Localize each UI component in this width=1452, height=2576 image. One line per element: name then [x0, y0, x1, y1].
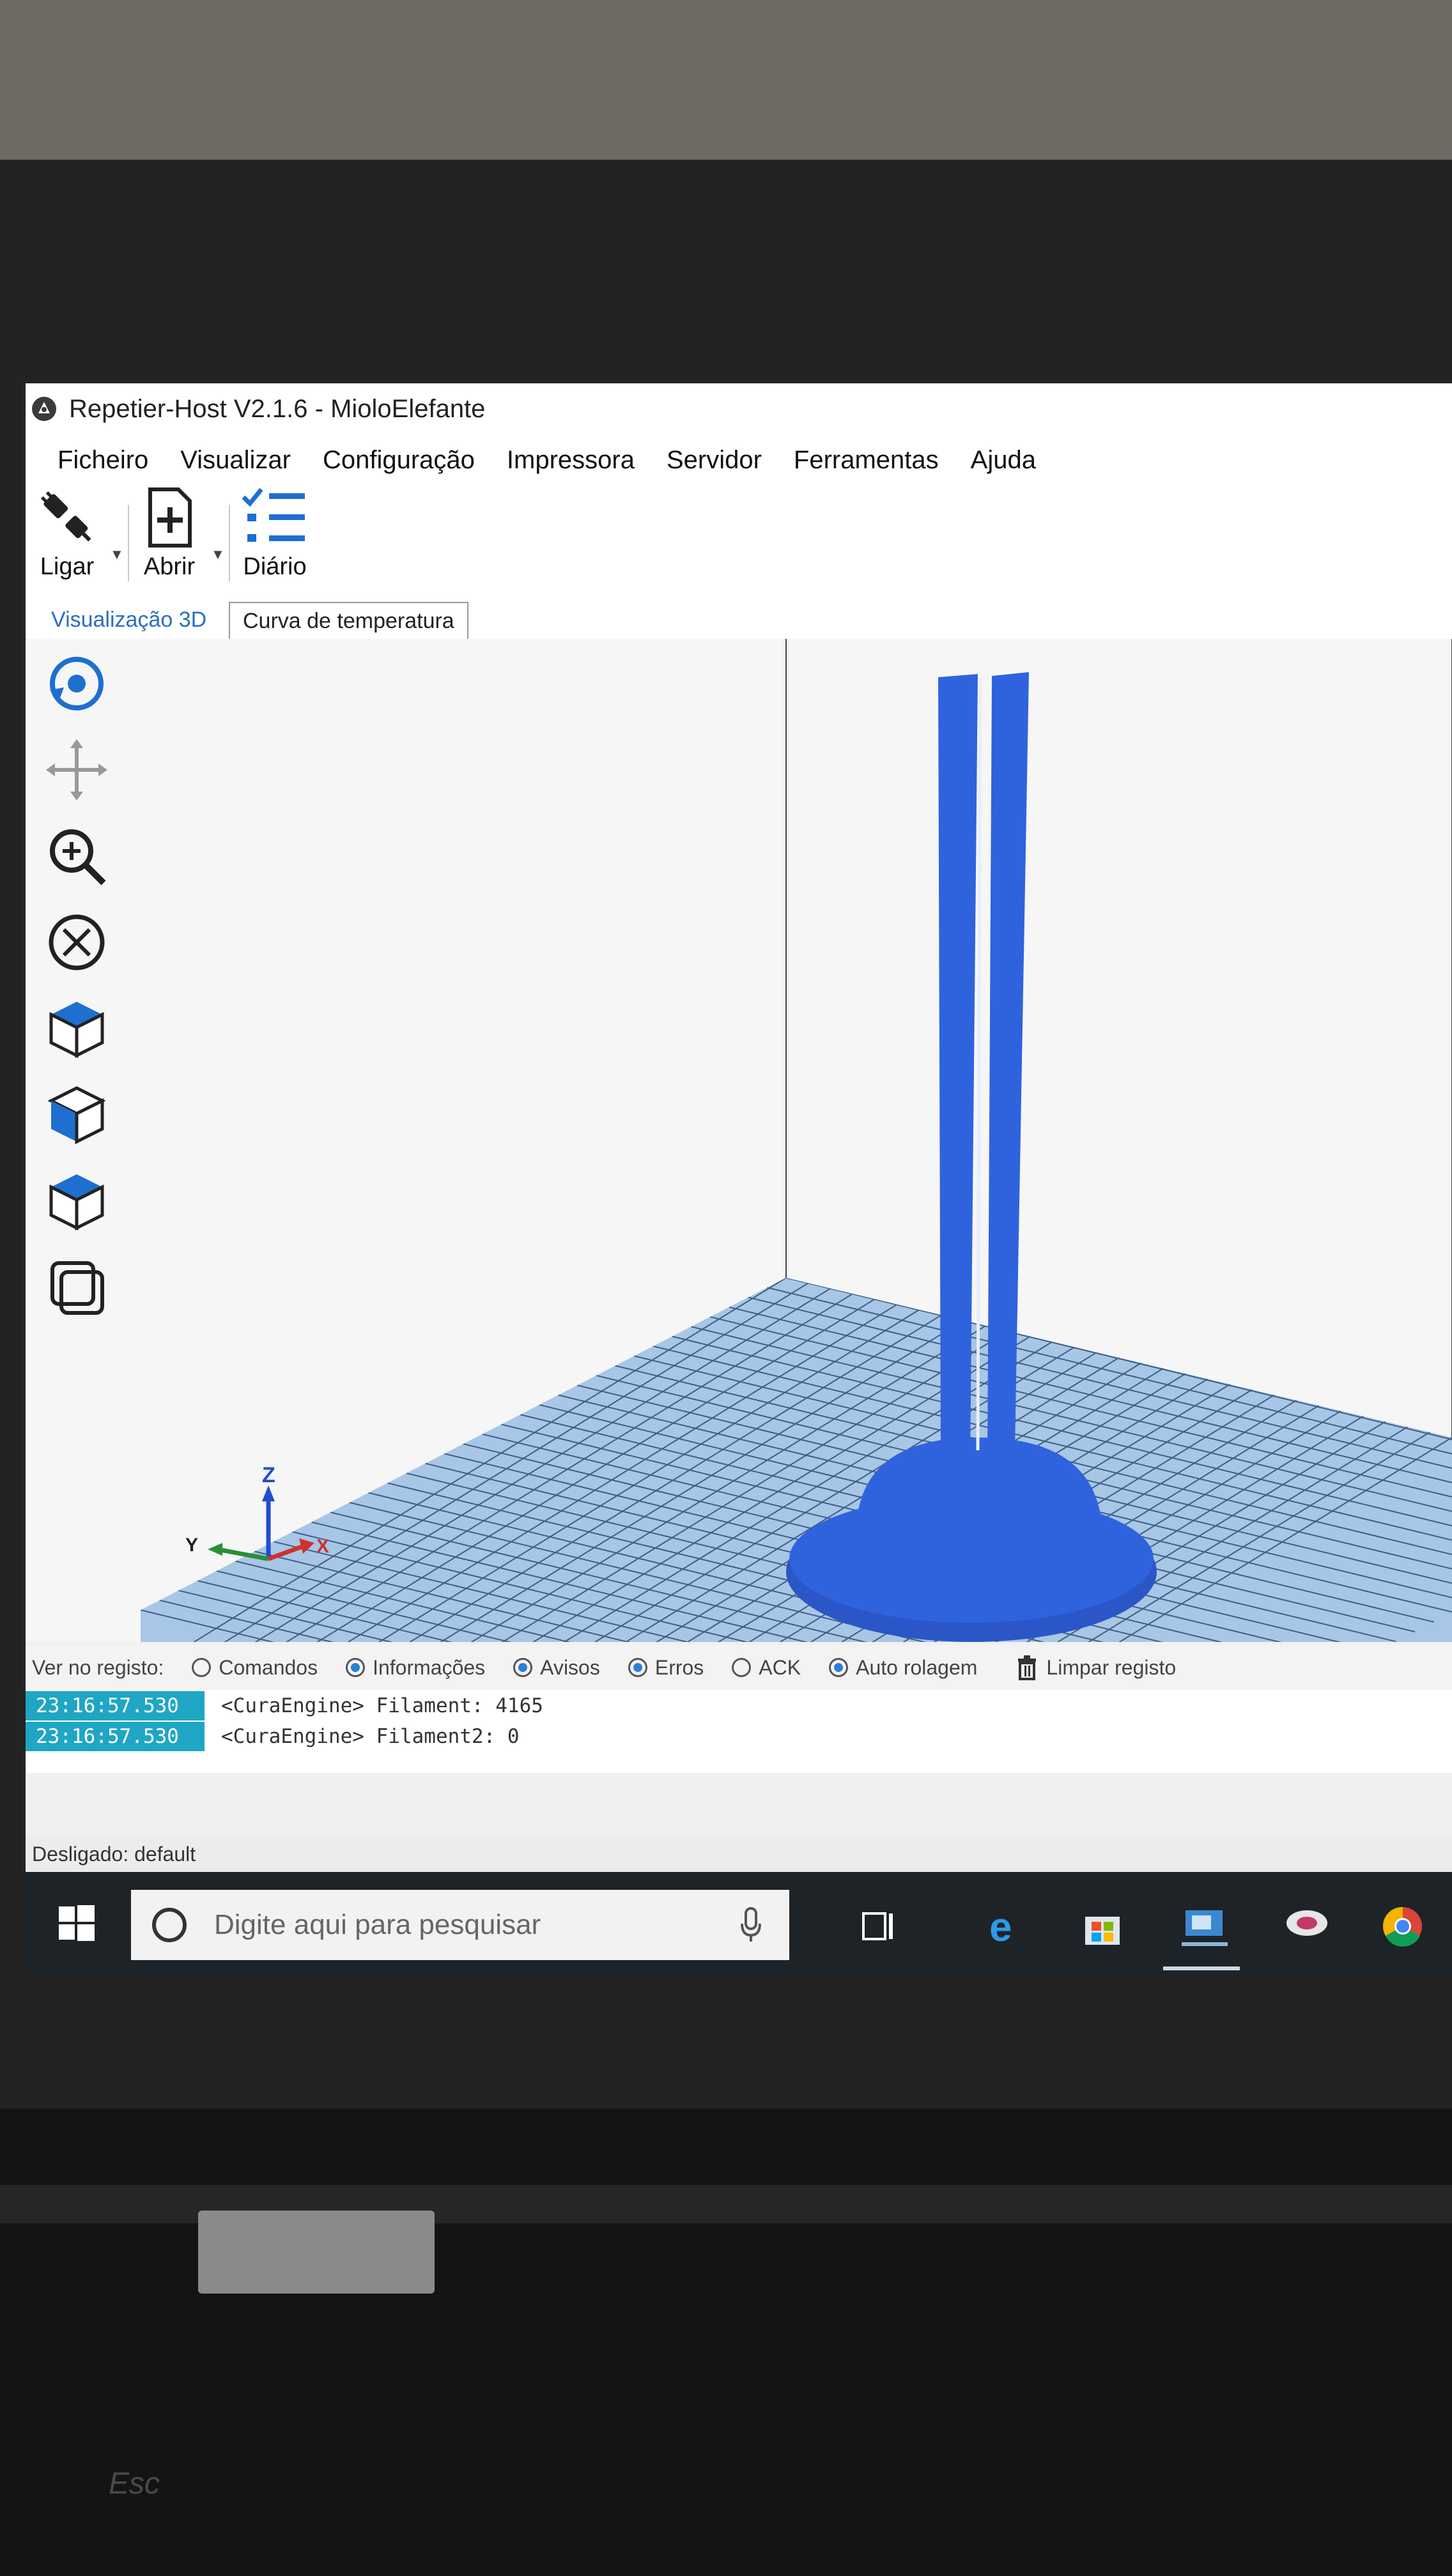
svg-text:e: e	[989, 1904, 1012, 1949]
zoom-view-icon[interactable]	[45, 824, 109, 888]
microphone-icon[interactable]	[738, 1906, 764, 1944]
windows-start-icon[interactable]	[58, 1904, 96, 1942]
laptop-keyboard-area	[0, 2108, 1452, 2576]
filter-erros[interactable]: Erros	[628, 1656, 704, 1680]
log-message: <CuraEngine> Filament: 4165	[221, 1694, 543, 1717]
side-view-cube-icon[interactable]	[45, 1083, 109, 1147]
search-placeholder: Digite aqui para pesquisar	[214, 1909, 541, 1940]
status-bar: Desligado: default	[26, 1837, 1452, 1872]
log-timestamp: 23:16:57.530	[26, 1722, 205, 1751]
menu-ajuda[interactable]: Ajuda	[971, 446, 1036, 475]
log-message: <CuraEngine> Filament2: 0	[221, 1725, 520, 1748]
trash-icon	[1018, 1655, 1037, 1680]
esc-key: Esc	[109, 2467, 160, 2501]
connection-status: Desligado: default	[32, 1843, 196, 1866]
menu-servidor[interactable]: Servidor	[667, 446, 762, 475]
perspective-toggle-icon[interactable]	[45, 1255, 109, 1319]
add-file-icon	[148, 487, 192, 548]
filter-comandos-radio[interactable]	[192, 1658, 212, 1677]
repetier-taskbar-icon[interactable]	[1176, 1897, 1233, 1955]
hinge-clip	[198, 2211, 435, 2294]
tab-visualizacao-3d[interactable]: Visualização 3D	[38, 602, 220, 638]
filter-ack[interactable]: ACK	[732, 1656, 801, 1680]
filter-avisos[interactable]: Avisos	[513, 1656, 600, 1680]
task-view-icon[interactable]	[850, 1897, 908, 1955]
filter-auto-rolagem[interactable]: Auto rolagem	[829, 1656, 977, 1680]
windows-taskbar: Digite aqui para pesquisar e	[26, 1872, 1452, 1974]
taskbar-search[interactable]: Digite aqui para pesquisar	[131, 1890, 789, 1960]
edge-browser-icon[interactable]: e	[978, 1897, 1035, 1955]
filter-comandos-label: Comandos	[219, 1655, 318, 1679]
active-app-indicator	[1163, 1966, 1240, 1970]
plug-icon	[40, 491, 91, 542]
app-screen: Repetier-Host V2.1.6 - MioloElefante Fic…	[26, 383, 1452, 1974]
menu-visualizar[interactable]: Visualizar	[180, 446, 291, 475]
menu-ficheiro[interactable]: Ficheiro	[58, 446, 148, 475]
log-entry: 23:16:57.530 <CuraEngine> Filament2: 0	[26, 1722, 520, 1751]
rotate-view-icon[interactable]	[45, 652, 109, 716]
title-bar: Repetier-Host V2.1.6 - MioloElefante	[26, 383, 1452, 434]
filter-informacoes-label: Informações	[373, 1655, 486, 1679]
cura-taskbar-icon[interactable]	[1278, 1897, 1336, 1955]
filter-avisos-label: Avisos	[540, 1655, 600, 1679]
viewport-3d[interactable]: Z Y X	[26, 639, 1452, 1642]
window-title: Repetier-Host V2.1.6 - MioloElefante	[69, 394, 486, 423]
clear-log-label: Limpar registo	[1046, 1655, 1177, 1679]
filter-erros-label: Erros	[654, 1655, 704, 1679]
open-label: Abrir	[143, 553, 196, 580]
tab-curva-temperatura[interactable]: Curva de temperatura	[229, 602, 468, 639]
menu-configuracao[interactable]: Configuração	[323, 446, 475, 475]
connect-button[interactable]: Ligar	[32, 486, 102, 581]
store-icon[interactable]	[1074, 1897, 1131, 1955]
view-tools-panel	[45, 652, 121, 1342]
checklist-icon	[242, 487, 305, 542]
log-label: Diário	[243, 553, 307, 580]
front-view-cube-icon[interactable]	[45, 997, 109, 1061]
filter-erros-radio[interactable]	[628, 1658, 647, 1677]
log-panel[interactable]: 23:16:57.530 <CuraEngine> Filament: 4165…	[26, 1690, 1452, 1773]
fit-view-icon[interactable]	[45, 910, 109, 974]
log-filter-bar: Ver no registo: Comandos Informações Avi…	[26, 1645, 1452, 1690]
main-toolbar: Ligar ▼ Abrir ▼ Diário	[26, 486, 1452, 594]
log-timestamp: 23:16:57.530	[26, 1691, 205, 1721]
svg-text:X: X	[316, 1536, 329, 1557]
filter-informacoes[interactable]: Informações	[346, 1656, 485, 1680]
top-view-cube-icon[interactable]	[45, 1169, 109, 1233]
filter-avisos-radio[interactable]	[513, 1658, 533, 1677]
filter-ack-radio[interactable]	[732, 1658, 752, 1677]
open-dropdown-arrow[interactable]: ▼	[211, 546, 225, 563]
repetier-app-icon	[32, 397, 56, 421]
move-view-icon[interactable]	[45, 738, 109, 802]
log-entry: 23:16:57.530 <CuraEngine> Filament: 4165	[26, 1691, 543, 1721]
filter-auto-rolagem-label: Auto rolagem	[856, 1655, 978, 1679]
log-filter-label: Ver no registo:	[32, 1655, 164, 1679]
menu-impressora[interactable]: Impressora	[507, 446, 635, 475]
connect-dropdown-arrow[interactable]: ▼	[110, 546, 124, 563]
svg-text:Y: Y	[185, 1535, 198, 1556]
clear-log-button[interactable]: Limpar registo	[1016, 1655, 1176, 1680]
menu-bar: Ficheiro Visualizar Configuração Impress…	[26, 434, 1452, 486]
axis-gizmo: Z Y X	[185, 1463, 329, 1561]
connect-label: Ligar	[40, 553, 95, 580]
menu-ferramentas[interactable]: Ferramentas	[794, 446, 939, 475]
svg-text:Z: Z	[262, 1463, 275, 1487]
toolbar-separator	[128, 505, 129, 581]
chrome-icon[interactable]	[1374, 1897, 1432, 1955]
log-button[interactable]: Diário	[236, 486, 313, 581]
view-tabs: Visualização 3D Curva de temperatura	[26, 594, 1452, 640]
open-button[interactable]: Abrir	[134, 486, 205, 581]
cortana-circle-icon	[152, 1908, 187, 1942]
filter-auto-rolagem-radio[interactable]	[829, 1658, 849, 1677]
toolbar-separator	[229, 505, 230, 581]
filter-comandos[interactable]: Comandos	[192, 1656, 318, 1680]
filter-informacoes-radio[interactable]	[346, 1658, 366, 1677]
filter-ack-label: ACK	[759, 1655, 801, 1679]
